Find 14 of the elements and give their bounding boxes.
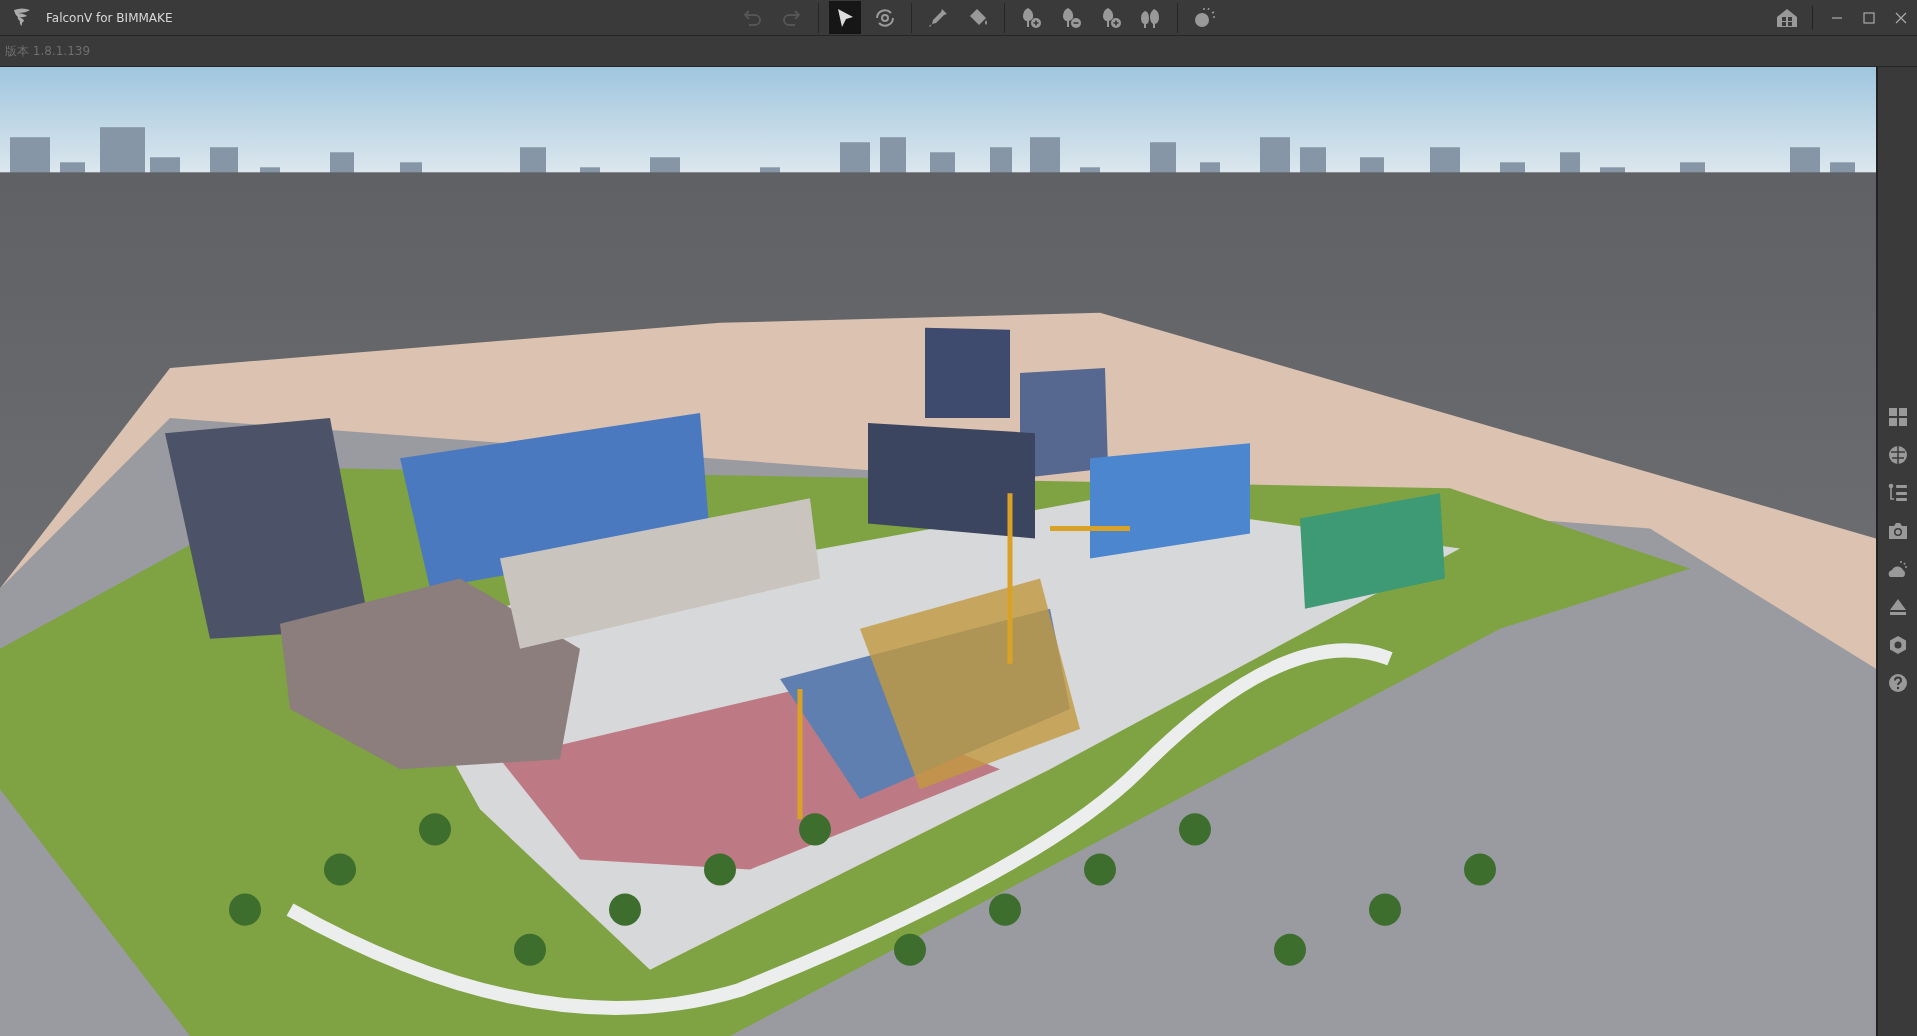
pointer-tool-button[interactable] <box>829 1 861 34</box>
tree-list-icon[interactable] <box>1887 483 1908 503</box>
weather-icon[interactable] <box>1887 559 1908 579</box>
window-title: FalconV for BIMMAKE <box>46 10 174 25</box>
maximize-icon[interactable] <box>1863 11 1875 24</box>
help-icon[interactable] <box>1887 673 1908 693</box>
camera-icon[interactable] <box>1887 521 1908 541</box>
home-icon[interactable] <box>1776 7 1798 28</box>
tornado-logo-icon <box>12 6 32 29</box>
grid-icon[interactable] <box>1887 407 1908 427</box>
globe-icon[interactable] <box>1887 445 1908 465</box>
close-icon[interactable] <box>1895 11 1907 24</box>
terrain-icon[interactable] <box>1887 597 1908 617</box>
settings-icon[interactable] <box>1887 635 1908 655</box>
